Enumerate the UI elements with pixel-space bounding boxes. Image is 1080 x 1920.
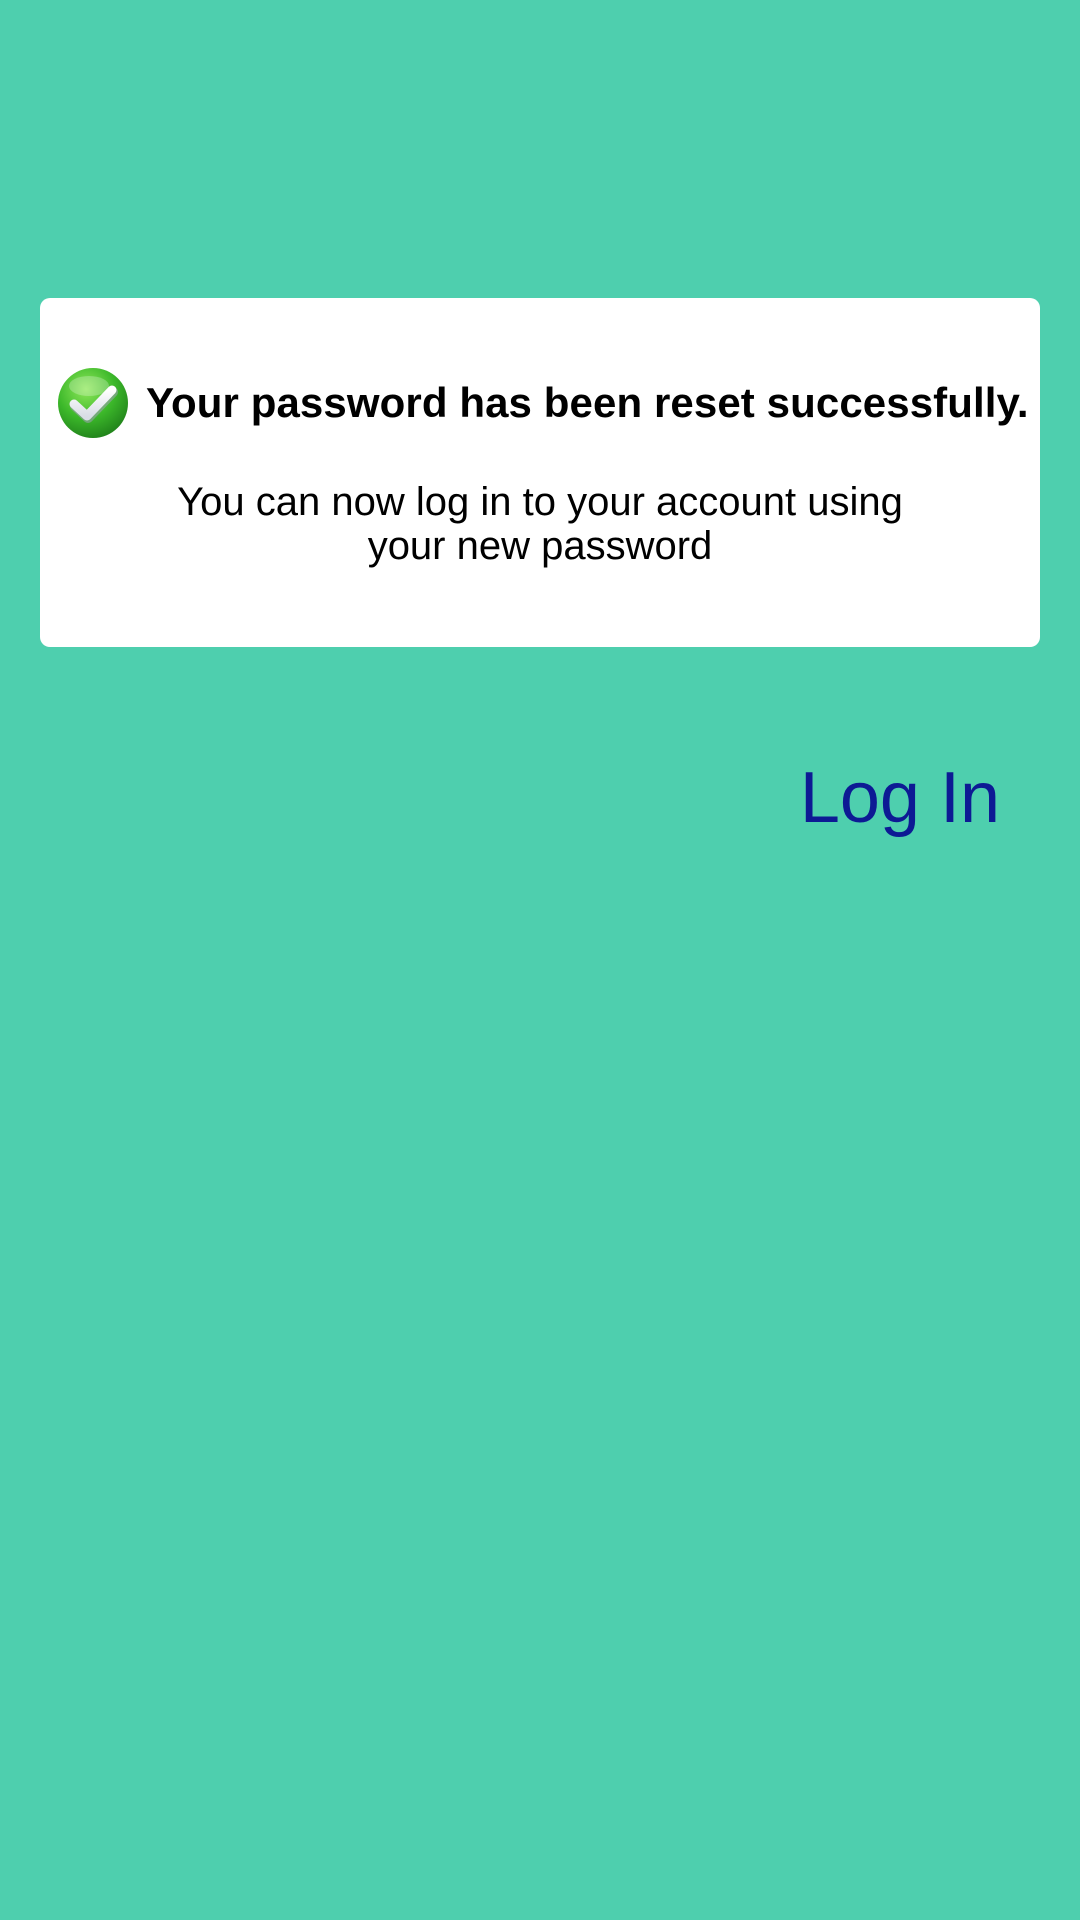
message-line: You can now log in to your account using xyxy=(177,480,903,524)
success-title: Your password has been reset successfull… xyxy=(146,379,1029,426)
success-message: You can now log in to your account using… xyxy=(40,480,1040,568)
check-circle-icon xyxy=(56,366,130,440)
success-card: Your password has been reset successfull… xyxy=(40,298,1040,647)
success-header: Your password has been reset successfull… xyxy=(56,366,1030,440)
login-button[interactable]: Log In xyxy=(800,756,1000,840)
message-line: your new password xyxy=(367,524,713,568)
